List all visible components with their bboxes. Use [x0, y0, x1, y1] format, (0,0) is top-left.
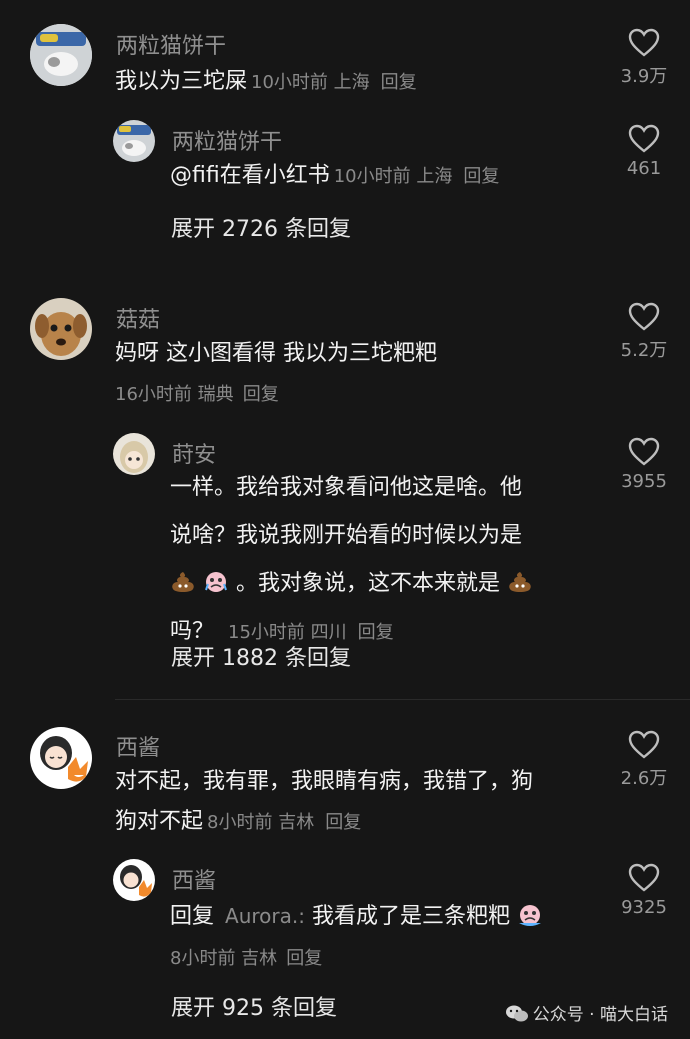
cat-avatar-icon: [30, 24, 92, 86]
comment-line: 对不起，我有罪，我眼睛有病，我错了，狗: [115, 769, 534, 794]
like-count: 2.6万: [620, 768, 668, 789]
crying-face-emoji-icon: [518, 905, 541, 926]
comment-meta: 16小时前 瑞典: [115, 384, 234, 405]
like-count: 3955: [621, 471, 667, 492]
like-button[interactable]: 3955: [614, 437, 674, 492]
comment-text: 我以为三坨屎 10小时前 上海 回复: [115, 62, 417, 103]
reply-button[interactable]: 回复: [243, 384, 279, 405]
watermark: 公众号 · 喵大白话: [505, 1000, 668, 1025]
divider: [115, 699, 690, 700]
avatar[interactable]: [30, 24, 92, 86]
crying-face-emoji-icon: [205, 572, 227, 592]
comment-text: 对不起，我有罪，我眼睛有病，我错了，狗 狗对不起 8小时前 吉林 回复: [115, 762, 605, 843]
reply-text: @fifi在看小红书 10小时前 上海 回复: [170, 156, 499, 197]
comment-author[interactable]: 西酱: [116, 730, 160, 762]
like-count: 9325: [621, 897, 667, 918]
reply-author[interactable]: 莳安: [172, 437, 216, 469]
reply-prefix: 回复: [170, 904, 215, 929]
anime-girl-avatar-icon: [113, 433, 155, 475]
like-count: 461: [626, 158, 662, 179]
reply-meta: 10小时前 上海: [333, 166, 453, 187]
comment-author[interactable]: 两粒猫饼干: [116, 28, 226, 60]
reply-line-emoji: 。我对象说，这不本来就是: [170, 564, 600, 604]
expand-replies-button[interactable]: 展开 2726 条回复: [171, 211, 351, 243]
heart-icon: [628, 730, 660, 759]
comment-body: 妈呀 这小图看得 我以为三坨粑粑: [115, 341, 437, 366]
avatar[interactable]: [113, 859, 155, 901]
heart-icon: [628, 124, 660, 153]
expand-replies-button[interactable]: 展开 925 条回复: [171, 990, 337, 1022]
dog-avatar-icon: [30, 298, 92, 360]
reply-button[interactable]: 回复: [325, 812, 361, 833]
reply-button[interactable]: 回复: [358, 622, 394, 643]
reply-body: @fifi在看小红书: [170, 163, 330, 188]
like-count: 5.2万: [620, 340, 668, 361]
reply-line: 一样。我给我对象看问他这是啥。他: [170, 475, 523, 500]
reply-body: 我看成了是三条粑粑: [304, 904, 510, 929]
reply-line: 说啥？我说我刚开始看的时候以为是: [170, 523, 523, 548]
avatar[interactable]: [30, 298, 92, 360]
like-count: 3.9万: [620, 66, 668, 87]
heart-icon: [628, 302, 660, 331]
comment-line-text: 狗对不起: [115, 809, 204, 834]
like-button[interactable]: 9325: [614, 863, 674, 918]
avatar[interactable]: [30, 727, 92, 789]
reply-button[interactable]: 回复: [286, 948, 322, 969]
like-button[interactable]: 5.2万: [614, 302, 674, 362]
comment-meta-row: 16小时前 瑞典 回复: [111, 380, 279, 406]
reply-button[interactable]: 回复: [463, 166, 499, 187]
heart-icon: [628, 28, 660, 57]
reply-mention[interactable]: Aurora.:: [225, 904, 305, 928]
reply-author[interactable]: 两粒猫饼干: [172, 124, 282, 156]
comment-line: 狗对不起 8小时前 吉林 回复: [115, 802, 605, 843]
comment-meta: 8小时前 吉林: [207, 812, 315, 833]
reply-line-text: 。我对象说，这不本来就是: [236, 571, 501, 596]
girl-fox-avatar-icon: [113, 859, 155, 901]
poop-emoji-icon: [172, 572, 194, 592]
expand-replies-button[interactable]: 展开 1882 条回复: [171, 640, 351, 672]
cat-avatar-icon: [113, 120, 155, 162]
reply-meta-row: 8小时前 吉林 回复: [166, 944, 322, 970]
comment-body: 我以为三坨屎: [115, 69, 248, 94]
avatar[interactable]: [113, 120, 155, 162]
wechat-icon: [505, 1005, 528, 1022]
reply-text: 一样。我给我对象看问他这是啥。他 说啥？我说我刚开始看的时候以为是 。我对象说，…: [170, 468, 600, 652]
comment-author[interactable]: 菇菇: [116, 302, 160, 334]
heart-icon: [628, 863, 660, 892]
reply-button[interactable]: 回复: [381, 72, 417, 93]
comment-meta: 10小时前 上海: [251, 72, 370, 93]
reply-meta: 8小时前 吉林: [170, 948, 278, 969]
reply-text: 回复 Aurora.: 我看成了是三条粑粑: [170, 896, 543, 937]
girl-fox-avatar-icon: [30, 727, 92, 789]
heart-icon: [628, 437, 660, 466]
watermark-text: 公众号 · 喵大白话: [532, 1005, 668, 1025]
poop-emoji-icon: [509, 572, 531, 592]
reply-author[interactable]: 西酱: [172, 863, 216, 895]
like-button[interactable]: 3.9万: [614, 28, 674, 88]
like-button[interactable]: 461: [614, 124, 674, 179]
like-button[interactable]: 2.6万: [614, 730, 674, 790]
avatar[interactable]: [113, 433, 155, 475]
